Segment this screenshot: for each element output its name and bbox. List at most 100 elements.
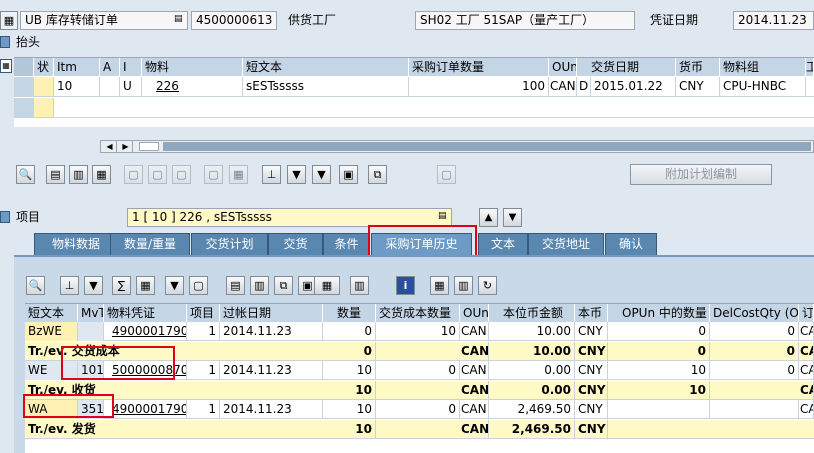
short-text-cell[interactable]: sESTsssss	[243, 77, 409, 96]
currency-cell[interactable]: CNY	[575, 322, 608, 341]
supplier-field[interactable]: SH02 工厂 51SAP（量产工厂）	[415, 11, 635, 30]
item-cell[interactable]: 1	[187, 322, 220, 341]
refresh-icon[interactable]: ↻	[478, 276, 497, 295]
table-row[interactable]: WA 351 4900001790 1 2014.11.23 10 0 CAN …	[25, 400, 814, 419]
order-cell[interactable]: CA	[799, 322, 814, 341]
find-icon[interactable]: 🔍	[16, 165, 35, 184]
info-icon[interactable]: i	[396, 276, 415, 295]
delcostqty-cell[interactable]: 0	[710, 322, 799, 341]
export-icon[interactable]: ⧉	[274, 276, 293, 295]
sum-row[interactable]: Tr./ev. 收货 10 CAN 0.00 CNY 10 CA	[25, 381, 814, 400]
hcol-amount-lc[interactable]: 本位币金额	[489, 304, 575, 322]
delivery-cost-qty-cell[interactable]: 0	[376, 400, 460, 419]
doc-type-field[interactable]: UB 库存转储订单	[20, 11, 188, 30]
expand-item-icon[interactable]	[0, 211, 10, 223]
posting-date-cell[interactable]: 2014.11.23	[220, 400, 323, 419]
col-header-delivery-date[interactable]: 交货日期	[577, 58, 676, 76]
print-icon[interactable]: ▤	[226, 276, 245, 295]
col-header-material[interactable]: 物料	[142, 58, 243, 76]
scroll-thumb[interactable]	[139, 142, 159, 151]
tab-delivery-schedule[interactable]: 交货计划	[191, 233, 268, 255]
po-qty-cell[interactable]: 100	[409, 77, 549, 96]
document-date-field[interactable]: 2014.11.23	[733, 11, 814, 30]
col-header-plant[interactable]: 工	[806, 58, 814, 76]
delivery-date-cell[interactable]: 2015.01.22	[591, 77, 676, 96]
sum-row[interactable]: Tr./ev. 发货 10 CAN 2,469.50 CNY	[25, 420, 814, 439]
dropdown-icon[interactable]: ▤	[174, 14, 183, 24]
currency-cell[interactable]: CNY	[575, 400, 608, 419]
detail-all-icon[interactable]: ▥	[69, 165, 88, 184]
table-settings-icon[interactable]: ▦	[0, 59, 12, 73]
detail-icon[interactable]: ▤	[46, 165, 65, 184]
table-row[interactable]: BzWE 4900001790 1 2014.11.23 0 10 CAN 10…	[25, 322, 814, 341]
set-filter-icon[interactable]: ▼	[312, 165, 331, 184]
hcol-order[interactable]: 订	[799, 304, 814, 322]
next-item-button[interactable]: ▼	[503, 208, 522, 227]
hcol-mvt[interactable]: MvT	[78, 304, 104, 322]
delcostqty-cell[interactable]	[710, 400, 799, 419]
row-selector[interactable]	[14, 77, 34, 96]
hcol-posting-date[interactable]: 过帐日期	[220, 304, 323, 322]
short-text-cell[interactable]: BzWE	[25, 322, 78, 341]
hcol-material-doc[interactable]: 物料凭证	[104, 304, 187, 322]
hcol-quantity[interactable]: 数量	[323, 304, 376, 322]
scroll-right-icon[interactable]: ▶	[119, 141, 133, 152]
mvt-cell[interactable]	[78, 322, 104, 341]
col-header-oun[interactable]: OUn	[549, 58, 577, 76]
item-number-cell[interactable]: 10	[54, 77, 100, 96]
col-header-status[interactable]: 状	[34, 58, 54, 76]
delcostqty-cell[interactable]: 0	[710, 361, 799, 380]
col-header-short-text[interactable]: 短文本	[243, 58, 409, 76]
scroll-track[interactable]	[163, 142, 811, 151]
config-icon[interactable]: ▣	[339, 165, 358, 184]
posting-date-cell[interactable]: 2014.11.23	[220, 322, 323, 341]
qty-opun-cell[interactable]	[608, 400, 710, 419]
tab-conditions[interactable]: 条件	[323, 233, 370, 255]
col-header-itm[interactable]: Itm	[54, 58, 100, 76]
extra-plan-button[interactable]: 附加计划编制	[630, 164, 772, 185]
oun-cell[interactable]: CAN	[460, 322, 489, 341]
order-cell[interactable]: CA	[799, 400, 814, 419]
item-cell[interactable]: 1	[187, 400, 220, 419]
hcol-oun[interactable]: OUn	[460, 304, 489, 322]
table-row-empty[interactable]	[14, 98, 814, 118]
export-icon[interactable]: ⧉	[368, 165, 387, 184]
columns-icon[interactable]: ▦	[314, 276, 340, 295]
quantity-cell[interactable]: 0	[323, 322, 376, 341]
select-all-header[interactable]	[14, 58, 34, 76]
previous-item-button[interactable]: ▲	[479, 208, 498, 227]
table-row[interactable]: 10 U 226 sESTsssss 100 CAN D 2015.01.22 …	[14, 77, 814, 97]
choose-icon[interactable]: ▥	[454, 276, 473, 295]
material-cell[interactable]: 226	[142, 77, 243, 96]
oun-cell[interactable]: CAN	[460, 400, 489, 419]
col-header-currency[interactable]: 货币	[676, 58, 720, 76]
delivery-cost-qty-cell[interactable]: 0	[376, 361, 460, 380]
tab-delivery-address[interactable]: 交货地址	[528, 233, 604, 255]
material-doc-link[interactable]: 4900001790	[104, 322, 187, 341]
delete-filter-icon[interactable]: ▢	[189, 276, 208, 295]
oun-cell[interactable]: CAN	[460, 361, 489, 380]
tab-delivery[interactable]: 交货	[268, 233, 323, 255]
amount-cell[interactable]: 0.00	[489, 361, 575, 380]
graphic-icon[interactable]: ▥	[350, 276, 369, 295]
horizontal-scrollbar[interactable]: ◀ ▶	[100, 140, 814, 153]
hcol-short-text[interactable]: 短文本	[25, 304, 78, 322]
settings-icon[interactable]: ▦	[430, 276, 449, 295]
filter-icon[interactable]: ▼	[287, 165, 306, 184]
hcol-item[interactable]: 项目	[187, 304, 220, 322]
hcol-qty-opun[interactable]: OPUn 中的数量	[608, 304, 710, 322]
sort-asc-icon[interactable]: ⊥	[60, 276, 79, 295]
material-doc-link[interactable]: 4900001790	[104, 400, 187, 419]
doc-type-icon[interactable]: ▦	[0, 11, 18, 30]
i-cell[interactable]: U	[120, 77, 142, 96]
dropdown-icon[interactable]: ▤	[438, 211, 447, 221]
totals-icon[interactable]: ∑	[112, 276, 131, 295]
currency-cell[interactable]: CNY	[676, 77, 720, 96]
sort-icon[interactable]: ⊥	[262, 165, 281, 184]
hcol-local-currency[interactable]: 本币	[575, 304, 608, 322]
expand-header-icon[interactable]	[0, 36, 10, 48]
quantity-cell[interactable]: 10	[323, 361, 376, 380]
hcol-delcostqty-opun[interactable]: DelCostQty (OPUn)	[710, 304, 799, 322]
tab-material-data[interactable]: 物料数据	[34, 233, 118, 255]
hcol-delivery-cost-qty[interactable]: 交货成本数量	[376, 304, 460, 322]
